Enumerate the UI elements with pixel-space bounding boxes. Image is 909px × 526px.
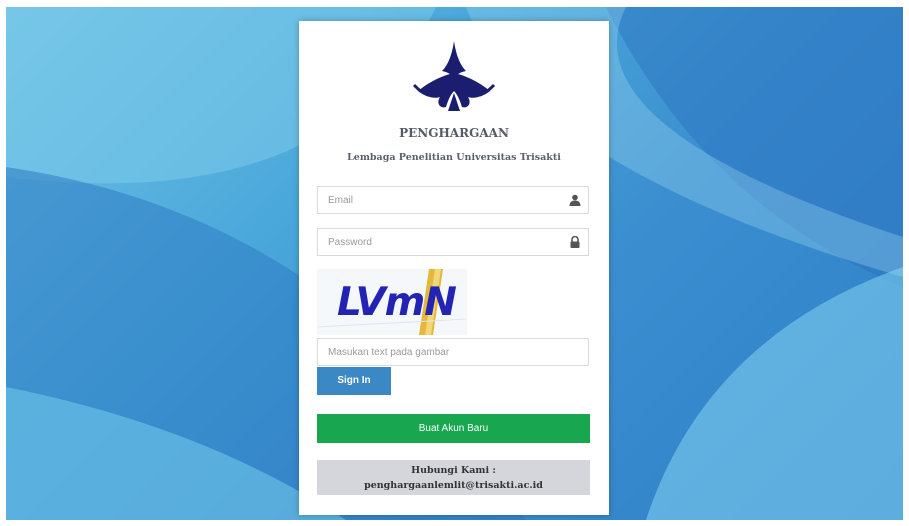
captcha-field-wrapper (317, 338, 589, 366)
contact-label: Hubungi Kami : (411, 465, 496, 476)
captcha-input[interactable] (318, 339, 568, 365)
create-account-button[interactable]: Buat Akun Baru (317, 414, 590, 443)
page-title: PENGHARGAAN (399, 126, 509, 140)
contact-email: penghargaanlemlit@trisakti.ac.id (364, 480, 543, 491)
email-input[interactable] (318, 187, 568, 213)
captcha-text: LVmN (337, 280, 457, 325)
user-icon (569, 194, 581, 206)
sign-in-button[interactable]: Sign In (317, 367, 391, 395)
captcha-image: LVmN (317, 269, 467, 335)
email-field-wrapper (317, 186, 589, 214)
trisakti-logo (412, 41, 496, 111)
password-field-wrapper (317, 228, 589, 256)
page-subtitle: Lembaga Penelitian Universitas Trisakti (347, 152, 561, 163)
login-card: PENGHARGAAN Lembaga Penelitian Universit… (299, 21, 609, 515)
password-input[interactable] (318, 229, 568, 255)
contact-box: Hubungi Kami : penghargaanlemlit@trisakt… (317, 460, 590, 495)
lock-icon (570, 236, 580, 248)
